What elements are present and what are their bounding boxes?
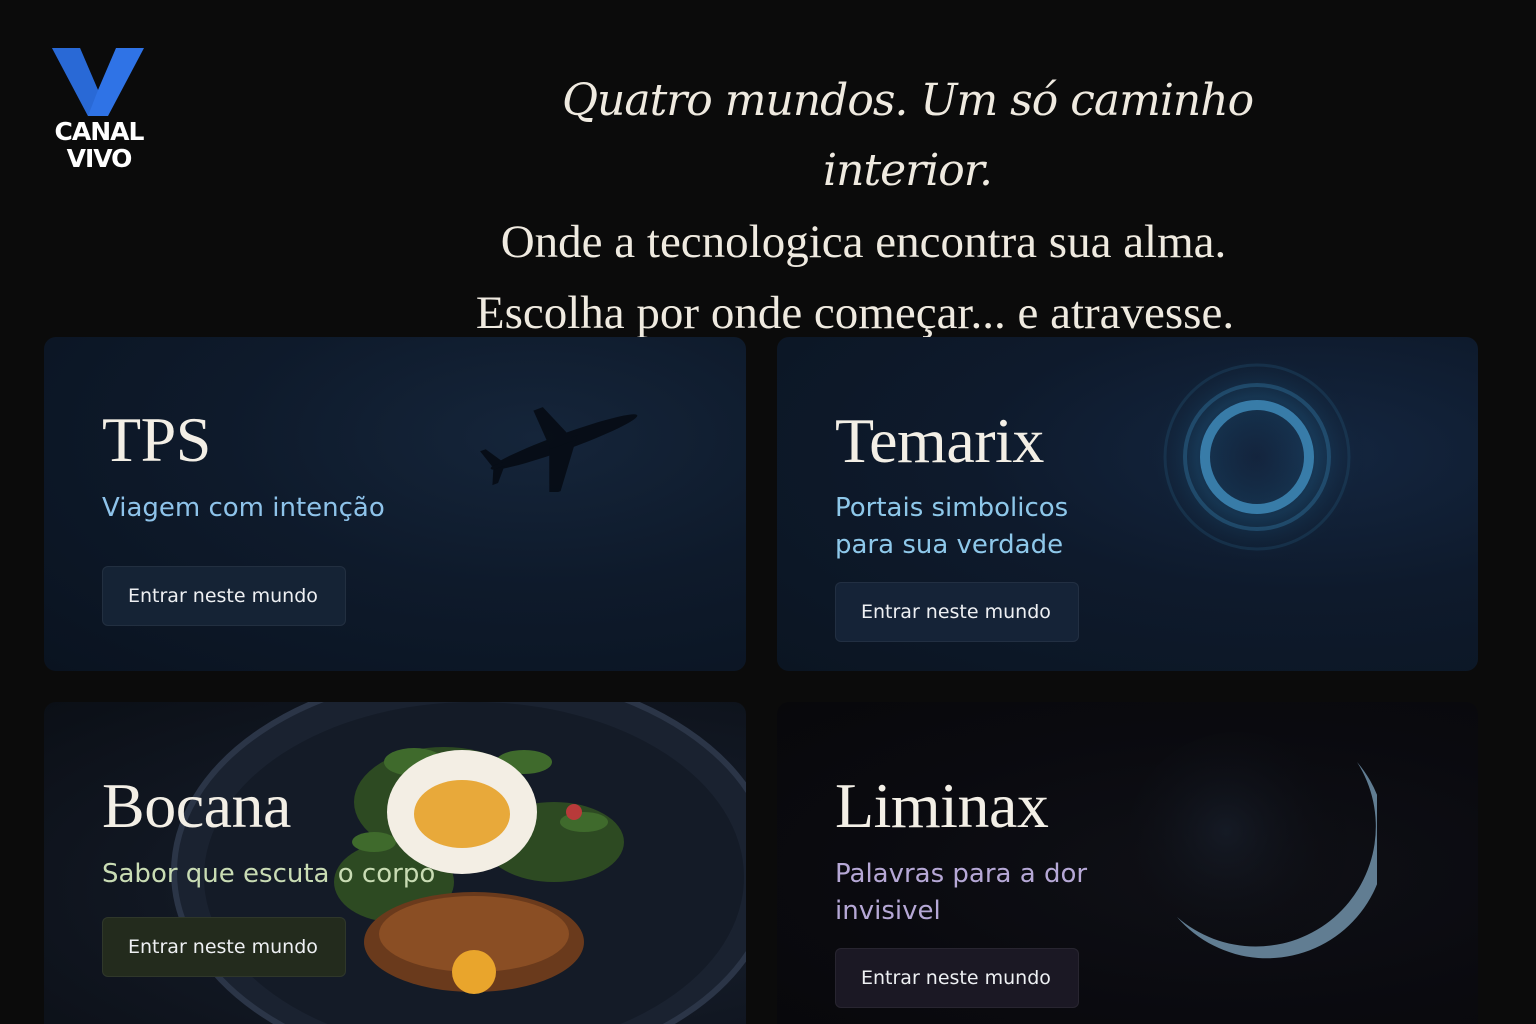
world-subtitle-line2: invisivel <box>835 896 941 926</box>
hero-line-2: Onde a tecnologica encontra sua alma. <box>500 216 1227 268</box>
world-subtitle-line1: Portais simbolicos <box>835 493 1069 523</box>
world-subtitle: Viagem com intenção <box>102 493 385 523</box>
world-title: Bocana <box>102 770 291 841</box>
canal-vivo-logo[interactable]: CANAL VIVO <box>44 44 154 178</box>
world-title: TPS <box>102 404 211 475</box>
world-title: Liminax <box>835 770 1049 841</box>
logo-text: CANAL VIVO <box>44 118 154 172</box>
world-subtitle: Palavras para a dor invisivel <box>835 856 1087 930</box>
world-card-liminax[interactable]: Liminax Palavras para a dor invisivel En… <box>777 702 1478 1024</box>
hero-line-1: Quatro mundos. Um só caminho interior. <box>561 75 1254 196</box>
world-title: Temarix <box>835 405 1044 476</box>
world-subtitle-line2: para sua verdade <box>835 530 1064 560</box>
logo-v-mark-icon <box>52 48 144 116</box>
enter-world-button-liminax[interactable]: Entrar neste mundo <box>835 948 1079 1008</box>
logo-line1: CANAL <box>54 117 145 146</box>
portal-ring-icon <box>1147 347 1367 567</box>
enter-world-button-temarix[interactable]: Entrar neste mundo <box>835 582 1079 642</box>
hero-heading: Quatro mundos. Um só caminho interior. O… <box>400 66 1310 348</box>
airplane-icon <box>480 407 638 492</box>
enter-world-button-tps[interactable]: Entrar neste mundo <box>102 566 346 626</box>
logo-line2: VIVO <box>66 144 133 173</box>
world-subtitle: Sabor que escuta o corpo <box>102 859 436 889</box>
world-subtitle-line1: Palavras para a dor <box>835 859 1088 889</box>
page: CANAL VIVO Quatro mundos. Um só caminho … <box>0 0 1536 1024</box>
world-card-tps[interactable]: TPS Viagem com intenção Entrar neste mun… <box>44 337 746 671</box>
enter-world-button-bocana[interactable]: Entrar neste mundo <box>102 917 346 977</box>
world-card-temarix[interactable]: Temarix Portais simbolicos para sua verd… <box>777 337 1478 671</box>
crescent-moon-icon <box>1127 732 1377 959</box>
world-subtitle: Portais simbolicos para sua verdade <box>835 490 1068 564</box>
world-card-bocana[interactable]: Bocana Sabor que escuta o corpo Entrar n… <box>44 702 746 1024</box>
